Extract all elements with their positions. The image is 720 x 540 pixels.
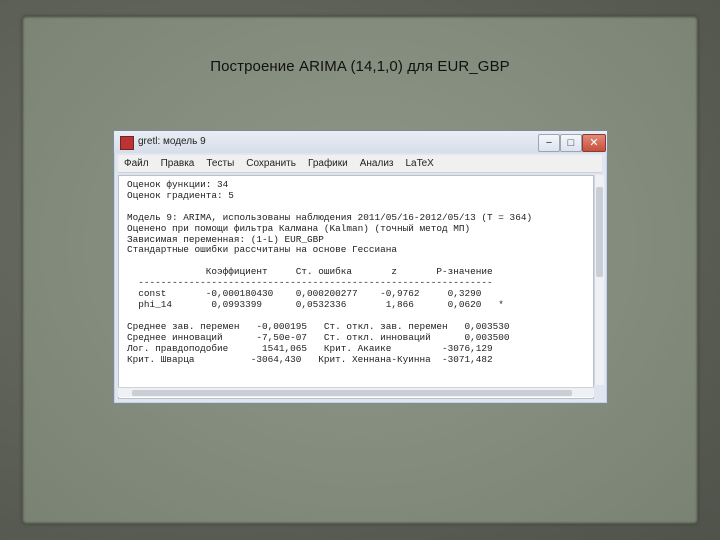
model-output-text: Оценок функции: 34 Оценок градиента: 5 М… [119, 176, 593, 365]
output-line: Оценено при помощи фильтра Калмана (Kalm… [127, 222, 471, 234]
gretl-app-icon [120, 136, 134, 150]
output-line: Оценок функции: 34 [127, 179, 229, 190]
output-line: Оценок градиента: 5 [127, 189, 234, 201]
menu-edit[interactable]: Правка [161, 155, 195, 172]
window-titlebar[interactable]: gretl: модель 9 − □ ✕ [114, 131, 607, 153]
menu-save[interactable]: Сохранить [246, 155, 296, 172]
output-line: Зависимая переменная: (1-L) EUR_GBP [127, 233, 324, 245]
vertical-scrollbar[interactable] [594, 175, 604, 385]
minimize-button[interactable]: − [538, 134, 560, 152]
output-line: const -0,000180430 0,000200277 -0,9762 0… [127, 288, 482, 300]
output-line: Среднее инноваций -7,50e-07 Ст. откл. ин… [127, 331, 510, 343]
horizontal-scroll-thumb[interactable] [132, 390, 572, 396]
output-line: Модель 9: ARIMA, использованы наблюдения… [127, 211, 533, 223]
output-line: Крит. Шварца -3064,430 Крит. Хеннана-Куи… [127, 353, 493, 365]
slide-title: Построение ARIMA (14,1,0) для EUR_GBP [210, 58, 510, 75]
vertical-scroll-thumb[interactable] [596, 187, 603, 277]
gretl-model-window: gretl: модель 9 − □ ✕ Файл Правка Тесты … [113, 130, 608, 404]
horizontal-scrollbar[interactable] [118, 387, 594, 397]
maximize-button[interactable]: □ [560, 134, 582, 152]
output-line: phi_14 0,0993399 0,0532336 1,866 0,0620 … [127, 298, 504, 310]
output-line: Стандартные ошибки рассчитаны на основе … [127, 244, 398, 256]
menu-latex[interactable]: LaTeX [406, 155, 434, 172]
model-output-area[interactable]: Оценок функции: 34 Оценок градиента: 5 М… [118, 175, 594, 399]
menu-bar: Файл Правка Тесты Сохранить Графики Анал… [118, 155, 602, 173]
menu-file[interactable]: Файл [124, 155, 149, 172]
output-line: Среднее зав. перемен -0,000195 Ст. откл.… [127, 320, 510, 332]
window-title: gretl: модель 9 [138, 136, 206, 147]
close-button[interactable]: ✕ [582, 134, 606, 152]
output-line: Коэффициент Ст. ошибка z P-значение [127, 266, 493, 278]
output-line: Лог. правдоподобие 1541,065 Крит. Акаике… [127, 342, 493, 354]
menu-analysis[interactable]: Анализ [360, 155, 394, 172]
menu-graphs[interactable]: Графики [308, 155, 348, 172]
menu-tests[interactable]: Тесты [206, 155, 234, 172]
output-line: ----------------------------------------… [127, 277, 493, 289]
